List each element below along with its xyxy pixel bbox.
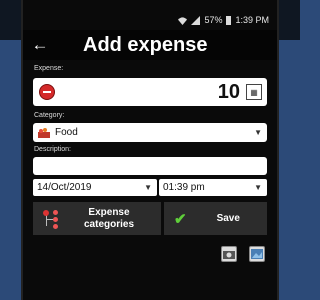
check-icon: ✔ (174, 210, 187, 228)
wifi-icon (178, 16, 188, 25)
chevron-down-icon: ▼ (254, 183, 262, 192)
image-icon[interactable] (249, 246, 265, 262)
expense-label: Expense: (34, 65, 64, 72)
description-label: Description: (34, 146, 71, 153)
status-bar: 57% 1:39 PM (23, 12, 277, 28)
calculator-icon[interactable]: ▦ (246, 84, 262, 100)
battery-percent: 57% (204, 15, 223, 25)
category-value: Food (55, 127, 78, 138)
battery-icon (226, 15, 232, 25)
minus-icon[interactable] (39, 84, 55, 100)
time-value: 01:39 pm (163, 182, 205, 193)
expense-amount-field[interactable]: 10 ▦ (33, 78, 267, 106)
save-button[interactable]: ✔ Save (164, 202, 267, 235)
back-arrow-icon[interactable]: ← (23, 30, 57, 60)
date-select[interactable]: 14/Oct/2019 ▼ (33, 179, 157, 196)
save-label: Save (216, 213, 240, 224)
chevron-down-icon: ▼ (144, 183, 152, 192)
description-input[interactable] (33, 157, 267, 175)
expense-categories-label: Expense categories (83, 206, 135, 230)
expense-categories-button[interactable]: Expense categories (33, 202, 161, 235)
time-select[interactable]: 01:39 pm ▼ (159, 179, 267, 196)
category-select[interactable]: Food ▼ (33, 123, 267, 142)
category-label: Category: (34, 112, 65, 119)
food-icon (37, 127, 51, 139)
clock: 1:39 PM (235, 15, 269, 25)
chevron-down-icon: ▼ (254, 128, 262, 137)
app-header: ← Add expense (23, 30, 277, 60)
page-title: Add expense (83, 33, 208, 56)
categories-tree-icon (40, 208, 62, 230)
signal-icon (191, 15, 201, 25)
expense-amount: 10 (217, 80, 240, 103)
phone-screen: 57% 1:39 PM ← Add expense Expense: 10 ▦ … (21, 0, 279, 300)
date-value: 14/Oct/2019 (37, 182, 92, 193)
camera-icon[interactable] (221, 246, 237, 262)
